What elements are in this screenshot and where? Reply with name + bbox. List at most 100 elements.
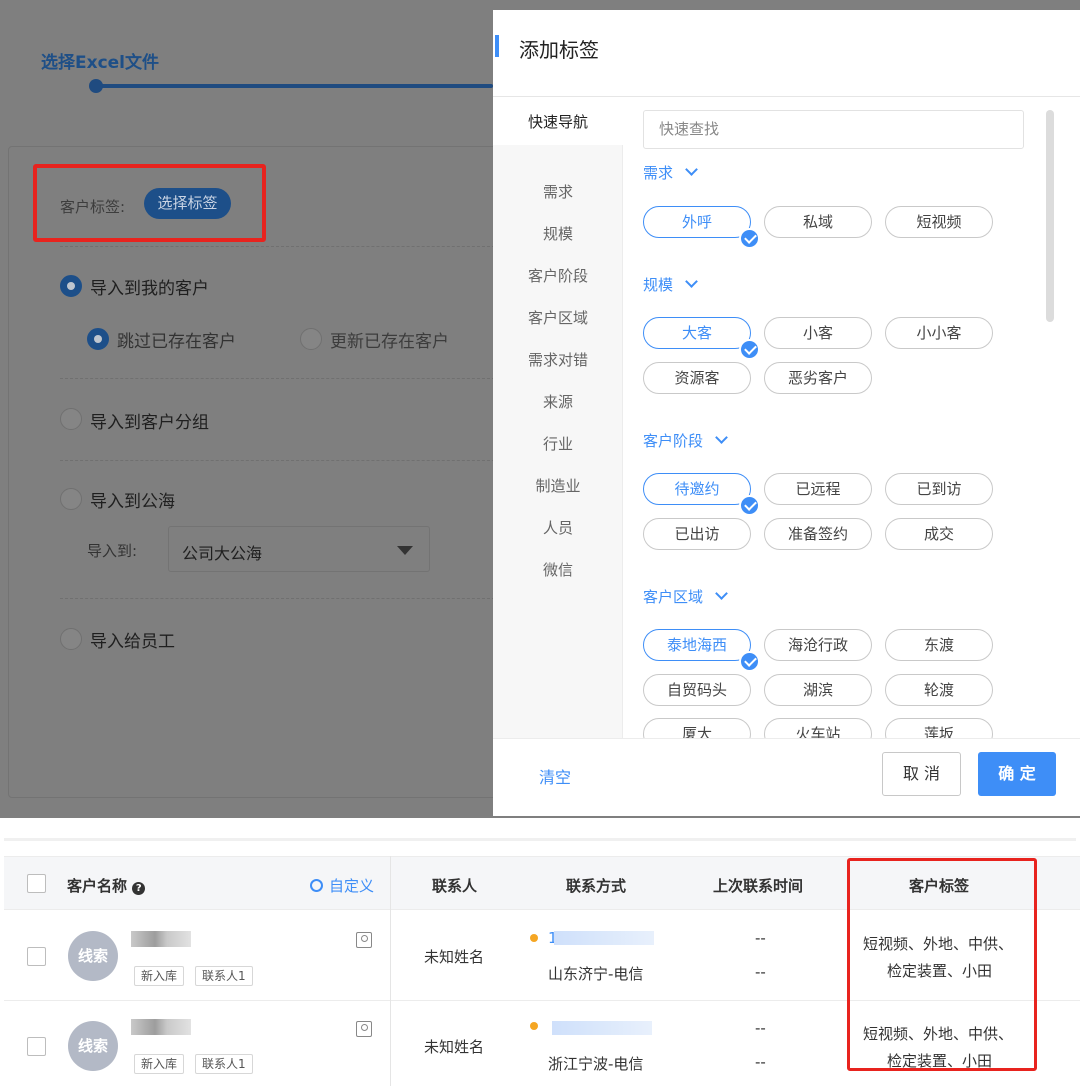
location: 浙江宁波-电信: [548, 1055, 644, 1073]
tag-chip[interactable]: 海沧行政: [764, 629, 872, 661]
option-import-sea-label: 导入到公海: [90, 492, 175, 512]
contact-name: 未知姓名: [424, 1038, 485, 1056]
last-contact-time: --: [755, 929, 766, 947]
tag-chip[interactable]: 东渡: [885, 629, 993, 661]
tag-chip[interactable]: 小客: [764, 317, 872, 349]
status-badge: 新入库: [134, 966, 185, 986]
caret-down-icon: [397, 546, 413, 555]
step-progress-dot: [89, 79, 103, 93]
contact-count-badge: 联系人1: [195, 966, 253, 986]
status-dot: [530, 934, 538, 942]
tag-chip[interactable]: 私域: [764, 206, 872, 238]
row-checkbox[interactable]: [27, 947, 46, 966]
select-tag-button[interactable]: 选择标签: [144, 188, 231, 219]
import-to-select[interactable]: 公司大公海: [168, 526, 430, 572]
header-contact: 联系人: [432, 877, 478, 895]
header-last-contact-time: 上次联系时间: [713, 877, 804, 895]
tag-chip[interactable]: 轮渡: [885, 674, 993, 706]
tag-chip[interactable]: 外呼: [643, 206, 760, 249]
status-dot: [530, 1022, 538, 1030]
tag-chip[interactable]: 火车站: [764, 718, 872, 738]
tag-chip[interactable]: 成交: [885, 518, 993, 550]
divider: [493, 738, 1080, 739]
option-import-mine-label: 导入到我的客户: [90, 279, 209, 299]
tag-sections: 需求 外呼 私域 短视频 规模 大客 小客 小小客 资源客 恶劣客户 客户阶段 …: [493, 10, 1080, 738]
section-title-客户区域[interactable]: 客户区域: [643, 586, 728, 607]
select-all-checkbox[interactable]: [27, 874, 46, 893]
tag-chip[interactable]: 厦大: [643, 718, 751, 738]
tag-chip[interactable]: 小小客: [885, 317, 993, 349]
tag-chip[interactable]: 已远程: [764, 473, 872, 505]
tag-chip[interactable]: 泰地海西: [643, 629, 760, 672]
highlight-box-customer-tags: [847, 858, 1037, 1071]
radio-import-employee[interactable]: [60, 628, 82, 650]
tag-chip[interactable]: 资源客: [643, 362, 751, 394]
cancel-button[interactable]: 取 消: [882, 752, 961, 796]
customer-name-blurred[interactable]: [131, 931, 191, 947]
add-tag-modal: 添加标签 快速导航 需求 规模 客户阶段 客户区域 需求对错 来源 行业 制造业…: [493, 10, 1080, 816]
customer-table: 客户名称 ? 自定义 联系人 联系方式 上次联系时间 客户标签 线索 新入库 联…: [0, 818, 1080, 1086]
last-contact-time: --: [755, 1019, 766, 1037]
avatar: 线索: [68, 931, 118, 981]
header-name: 客户名称 ?: [67, 875, 146, 896]
tag-chip[interactable]: 莲坂: [885, 718, 993, 738]
radio-update-existing[interactable]: [300, 328, 322, 350]
section-title-客户阶段[interactable]: 客户阶段: [643, 430, 728, 451]
location: 山东济宁-电信: [548, 965, 644, 983]
last-contact-time: --: [755, 1053, 766, 1071]
last-contact-time: --: [755, 963, 766, 981]
divider: [60, 460, 500, 461]
tag-chip[interactable]: 待邀约: [643, 473, 760, 516]
tag-chip[interactable]: 自贸码头: [643, 674, 751, 706]
tag-chip[interactable]: 大客: [643, 317, 760, 360]
option-import-group-label: 导入到客户分组: [90, 413, 209, 433]
help-icon[interactable]: ?: [132, 882, 146, 895]
contact-card-icon[interactable]: [356, 1021, 372, 1037]
chevron-down-icon: [685, 275, 698, 288]
customize-columns-button[interactable]: 自定义: [310, 875, 374, 896]
chevron-down-icon: [685, 163, 698, 176]
check-icon: [739, 495, 760, 516]
phone-blurred: [552, 1021, 652, 1035]
tag-chip[interactable]: 湖滨: [764, 674, 872, 706]
tag-chip[interactable]: 短视频: [885, 206, 993, 238]
import-options-panel: [8, 146, 568, 798]
radio-import-sea[interactable]: [60, 488, 82, 510]
tag-chip[interactable]: 已到访: [885, 473, 993, 505]
avatar: 线索: [68, 1021, 118, 1071]
option-skip-existing-label: 跳过已存在客户: [117, 332, 236, 352]
tag-chip[interactable]: 恶劣客户: [764, 362, 872, 394]
contact-card-icon[interactable]: [356, 932, 372, 948]
option-update-existing-label: 更新已存在客户: [330, 332, 449, 352]
step-progress-bar: [90, 84, 493, 88]
divider: [4, 838, 1076, 841]
import-to-value: 公司大公海: [182, 544, 263, 563]
option-import-employee-label: 导入给员工: [90, 632, 175, 652]
chevron-down-icon: [715, 587, 728, 600]
divider: [60, 598, 500, 599]
clear-button[interactable]: 清空: [539, 764, 571, 788]
contact-name: 未知姓名: [424, 948, 485, 966]
divider: [60, 246, 500, 247]
check-icon: [739, 339, 760, 360]
step-label: 选择Excel文件: [41, 53, 160, 73]
radio-skip-existing[interactable]: [87, 328, 109, 350]
row-checkbox[interactable]: [27, 1037, 46, 1056]
confirm-button[interactable]: 确 定: [978, 752, 1056, 796]
customer-tag-label: 客户标签:: [60, 198, 126, 216]
chevron-down-icon: [715, 431, 728, 444]
section-title-规模[interactable]: 规模: [643, 274, 698, 295]
check-icon: [739, 651, 760, 672]
radio-import-mine[interactable]: [60, 275, 82, 297]
contact-count-badge: 联系人1: [195, 1054, 253, 1074]
import-screen: 选择Excel文件 客户标签: 选择标签 导入到我的客户 跳过已存在客户 更新已…: [0, 0, 1080, 818]
import-to-label: 导入到:: [87, 542, 138, 560]
header-contact-method: 联系方式: [566, 877, 627, 895]
divider: [60, 378, 500, 379]
customer-name-blurred[interactable]: [131, 1019, 191, 1035]
phone-blurred: [554, 931, 654, 945]
tag-chip[interactable]: 准备签约: [764, 518, 872, 550]
radio-import-group[interactable]: [60, 408, 82, 430]
section-title-需求[interactable]: 需求: [643, 162, 698, 183]
tag-chip[interactable]: 已出访: [643, 518, 751, 550]
